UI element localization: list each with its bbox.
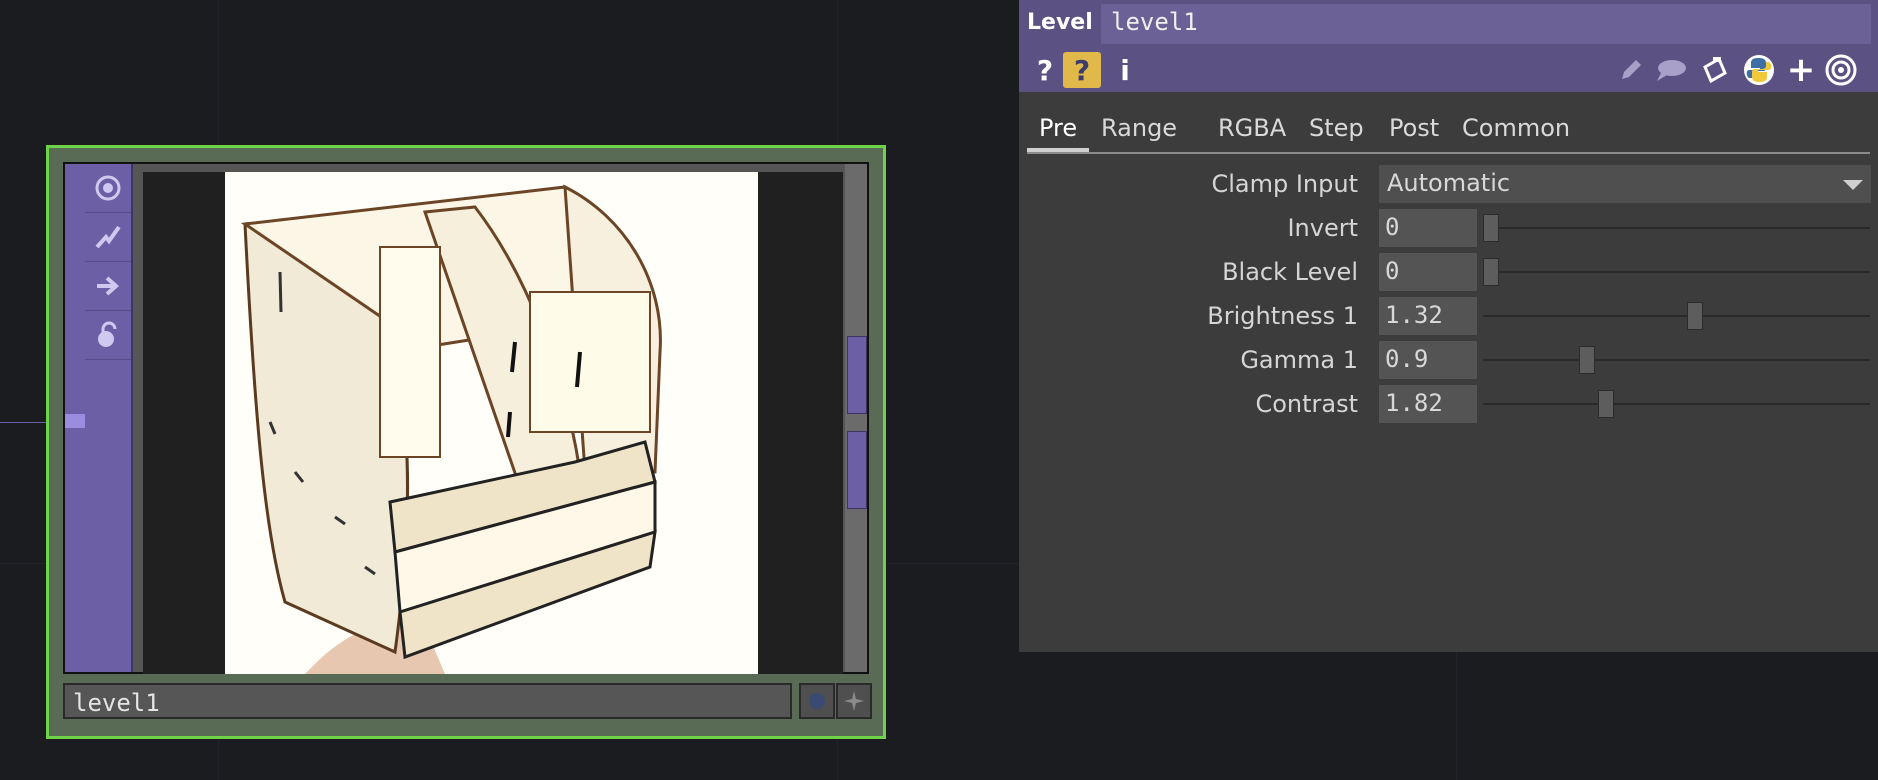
brightness1-field[interactable]: 1.32 xyxy=(1379,297,1477,335)
tab-common[interactable]: Common xyxy=(1462,114,1570,142)
tab-step[interactable]: Step xyxy=(1309,114,1364,142)
parameter-tabs: Pre Range RGBA Step Post Common xyxy=(1027,108,1870,154)
invert-label: Invert xyxy=(1287,214,1358,242)
brightness1-slider[interactable] xyxy=(1483,315,1870,317)
help-icon[interactable]: ? xyxy=(1027,52,1063,88)
black-level-field[interactable]: 0 xyxy=(1379,253,1477,291)
tab-post[interactable]: Post xyxy=(1389,114,1439,142)
invert-slider[interactable] xyxy=(1483,227,1870,229)
contrast-label: Contrast xyxy=(1255,390,1358,418)
python-help-icon[interactable]: ? xyxy=(1063,52,1101,88)
tab-pre[interactable]: Pre xyxy=(1039,114,1077,142)
output-connector-bottom[interactable] xyxy=(847,431,867,509)
contrast-slider[interactable] xyxy=(1483,403,1870,405)
add-icon[interactable]: + xyxy=(1783,50,1819,90)
gamma1-label: Gamma 1 xyxy=(1240,346,1358,374)
parameter-panel: Level level1 ? ? i + Pre Range RGBA Step… xyxy=(1019,0,1878,652)
tab-range[interactable]: Range xyxy=(1101,114,1177,142)
panel-toolbar: ? ? i + xyxy=(1019,48,1878,92)
gamma1-field[interactable]: 0.9 xyxy=(1379,341,1477,379)
black-level-slider[interactable] xyxy=(1483,271,1870,273)
panel-title-bar: Level level1 xyxy=(1019,0,1878,48)
operator-name-field[interactable]: level1 xyxy=(1101,4,1871,44)
node-tool-strip xyxy=(85,164,133,672)
edit-icon[interactable] xyxy=(1613,52,1649,88)
viewer-toggle-target-icon[interactable] xyxy=(85,164,131,213)
node-name[interactable]: level1 xyxy=(63,683,792,719)
brightness1-label: Brightness 1 xyxy=(1207,302,1358,330)
input-strip xyxy=(65,164,87,672)
black-level-label: Black Level xyxy=(1222,258,1358,286)
clipboard-icon[interactable] xyxy=(1697,52,1733,88)
invert-slider-handle[interactable] xyxy=(1483,214,1499,242)
tab-rgba[interactable]: RGBA xyxy=(1218,114,1286,142)
operator-type: Level xyxy=(1027,10,1093,35)
viewer-dot-icon[interactable] xyxy=(799,683,835,719)
invert-field[interactable]: 0 xyxy=(1379,209,1477,247)
input-connector[interactable] xyxy=(65,414,85,428)
shelf-image xyxy=(225,172,758,674)
clamp-input-value: Automatic xyxy=(1387,169,1511,197)
python-icon[interactable] xyxy=(1741,52,1777,88)
gamma1-slider-handle[interactable] xyxy=(1579,346,1596,374)
node-body xyxy=(63,162,869,674)
gamma1-slider[interactable] xyxy=(1483,359,1870,361)
brightness1-slider-handle[interactable] xyxy=(1687,302,1704,330)
contrast-field[interactable]: 1.82 xyxy=(1379,385,1477,423)
pin-icon[interactable] xyxy=(836,683,872,719)
viewer-image xyxy=(225,172,758,674)
cook-pulse-icon[interactable] xyxy=(85,213,131,262)
lock-icon[interactable] xyxy=(85,311,131,360)
node-viewer[interactable] xyxy=(143,172,843,674)
chevron-down-icon xyxy=(1843,180,1863,190)
clamp-input-label: Clamp Input xyxy=(1211,170,1358,198)
level-node[interactable]: level1 xyxy=(46,145,886,739)
output-connector-top[interactable] xyxy=(847,336,867,414)
clamp-input-dropdown[interactable]: Automatic xyxy=(1379,165,1871,203)
comment-icon[interactable] xyxy=(1653,52,1689,88)
black-level-slider-handle[interactable] xyxy=(1483,258,1499,286)
info-icon[interactable]: i xyxy=(1107,52,1143,88)
target-icon[interactable] xyxy=(1823,52,1859,88)
export-arrow-right-icon[interactable] xyxy=(85,262,131,311)
active-tab-indicator xyxy=(1027,148,1089,152)
output-strip xyxy=(845,164,867,672)
contrast-slider-handle[interactable] xyxy=(1598,390,1614,418)
